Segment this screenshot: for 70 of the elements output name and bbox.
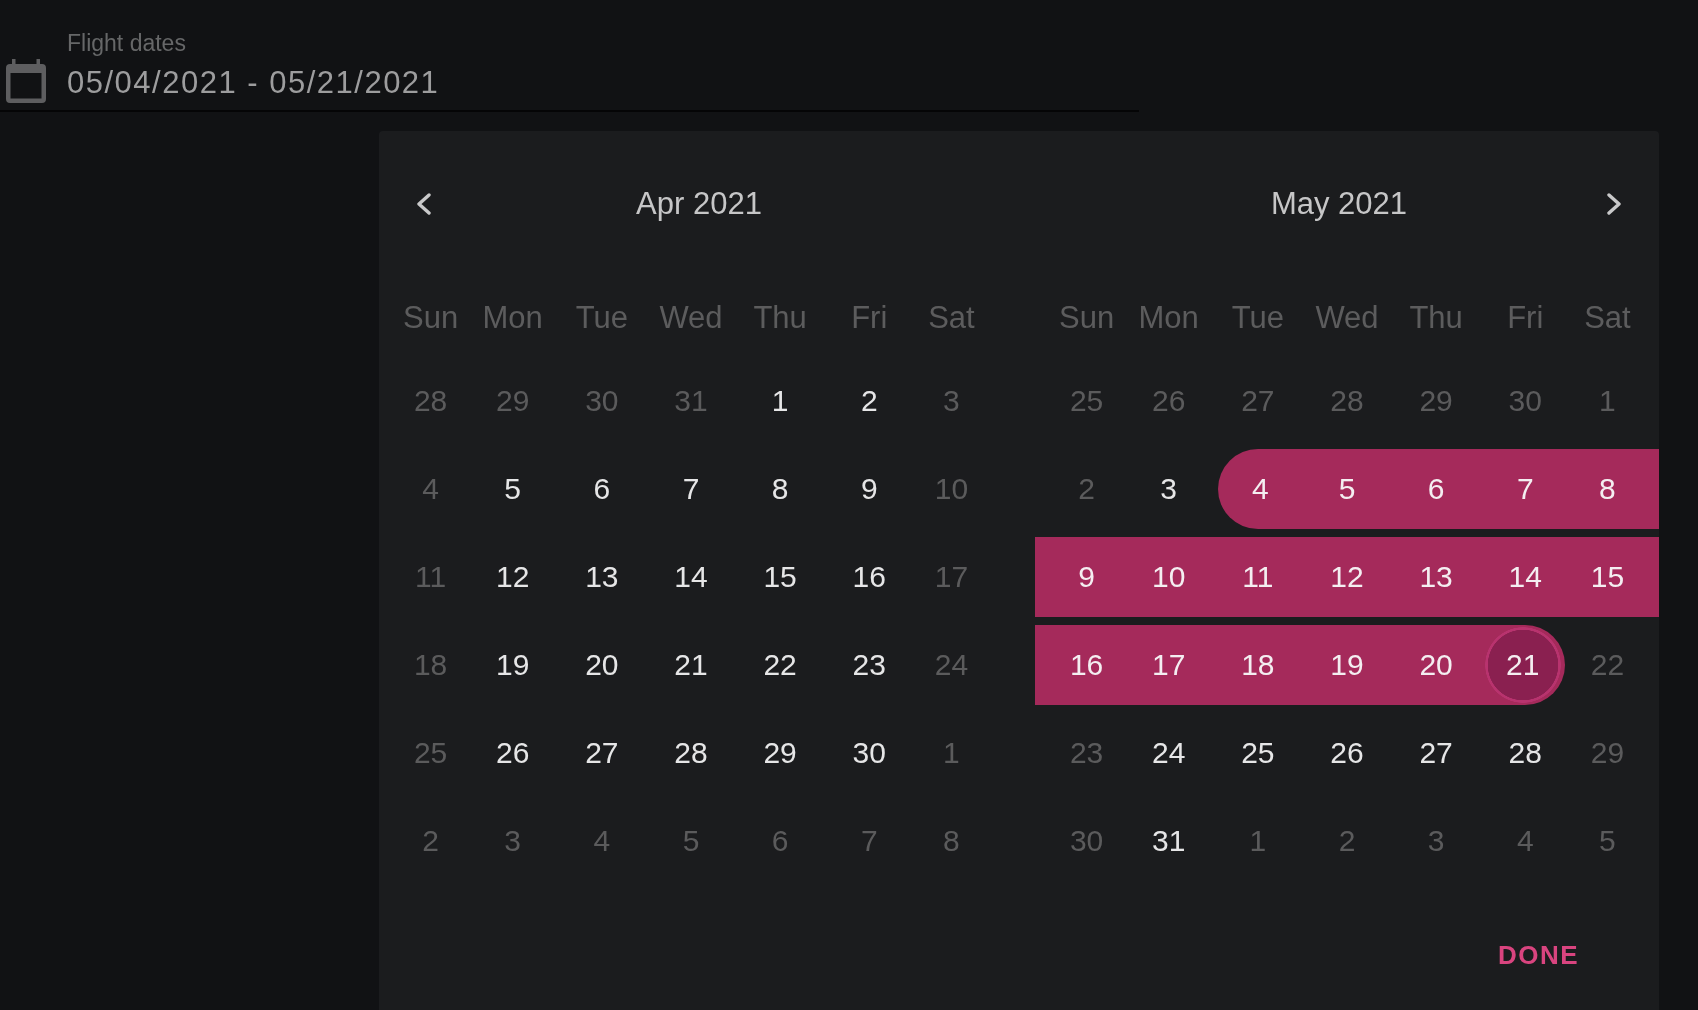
calendar-day[interactable]: 9 [1035,537,1125,617]
field-value: 05/04/2021 - 05/21/2021 [67,65,440,101]
calendar-day[interactable]: 19 [1302,625,1392,705]
weekday-label: Wed [1315,300,1379,336]
calendar-day[interactable]: 10 [1124,537,1214,617]
done-button[interactable]: DONE [1477,925,1599,985]
weekday-label: Sat [928,300,975,336]
calendar-icon [6,59,46,103]
calendar-day[interactable]: 24 [1124,713,1214,793]
calendar-day[interactable]: 4 [1218,449,1303,529]
calendar-day[interactable]: 6 [1391,449,1481,529]
calendar-day[interactable]: 30 [824,713,914,793]
calendar-day[interactable]: 28 [1480,713,1570,793]
calendar-day[interactable]: 19 [468,625,558,705]
calendar-day[interactable]: 28 [646,713,736,793]
month-title: May 2021 [1270,186,1408,221]
month-title: Apr 2021 [636,186,762,221]
weekday-label: Sun [1059,300,1115,336]
calendar-day[interactable]: 12 [1302,537,1392,617]
chevron-left-icon[interactable] [416,193,431,215]
calendar-day[interactable]: 17 [1124,625,1214,705]
calendar-day[interactable]: 29 [735,713,825,793]
calendar-day[interactable]: 7 [1480,449,1570,529]
weekday-label: Fri [1507,300,1544,336]
calendar-day[interactable]: 14 [646,537,736,617]
calendar-day[interactable]: 21 [646,625,736,705]
calendar-day[interactable]: 6 [557,449,647,529]
calendar-day[interactable]: 16 [1035,625,1125,705]
weekday-label: Thu [1409,300,1463,336]
calendar-day[interactable]: 18 [1213,625,1303,705]
calendar-day[interactable]: 26 [1302,713,1392,793]
calendar-day[interactable]: 7 [646,449,736,529]
weekday-label: Mon [482,300,543,336]
calendar-day[interactable]: 13 [1391,537,1481,617]
calendar-day[interactable]: 9 [824,449,914,529]
weekday-label: Tue [1231,300,1284,336]
calendar-day[interactable]: 26 [468,713,558,793]
calendar-day[interactable]: 15 [735,537,825,617]
date-range-field[interactable]: Flight dates 05/04/2021 - 05/21/2021 [0,0,1139,112]
calendar-day[interactable]: 21 [1480,625,1565,705]
calendar-day[interactable]: 1 [735,361,825,441]
weekday-label: Fri [851,300,888,336]
weekday-label: Tue [575,300,628,336]
calendar-day[interactable]: 20 [557,625,647,705]
calendar-day[interactable]: 11 [1213,537,1303,617]
weekday-label: Wed [659,300,723,336]
calendar-day[interactable]: 25 [1213,713,1303,793]
calendar-day[interactable]: 20 [1391,625,1481,705]
calendar-day[interactable]: 22 [735,625,825,705]
calendar-day[interactable]: 12 [468,537,558,617]
calendar-day[interactable]: 27 [1391,713,1481,793]
calendar-day[interactable]: 13 [557,537,647,617]
weekday-label: Sun [403,300,459,336]
calendar-day[interactable]: 16 [824,537,914,617]
calendar-day[interactable]: 5 [1302,449,1392,529]
calendar-day[interactable]: 31 [1124,801,1214,881]
calendar-day[interactable]: 14 [1480,537,1570,617]
calendar-day[interactable]: 8 [1569,449,1659,529]
calendar-day[interactable]: 8 [735,449,825,529]
weekday-label: Sat [1584,300,1631,336]
calendar-day[interactable]: 27 [557,713,647,793]
calendar-day[interactable]: 3 [1124,449,1214,529]
weekday-label: Mon [1138,300,1199,336]
calendar-day[interactable]: 23 [824,625,914,705]
calendar-day[interactable]: 2 [824,361,914,441]
calendar-day[interactable]: 15 [1569,537,1659,617]
field-label: Flight dates [67,30,186,56]
chevron-right-icon[interactable] [1607,193,1622,215]
calendar-day[interactable]: 5 [468,449,558,529]
weekday-label: Thu [753,300,807,336]
